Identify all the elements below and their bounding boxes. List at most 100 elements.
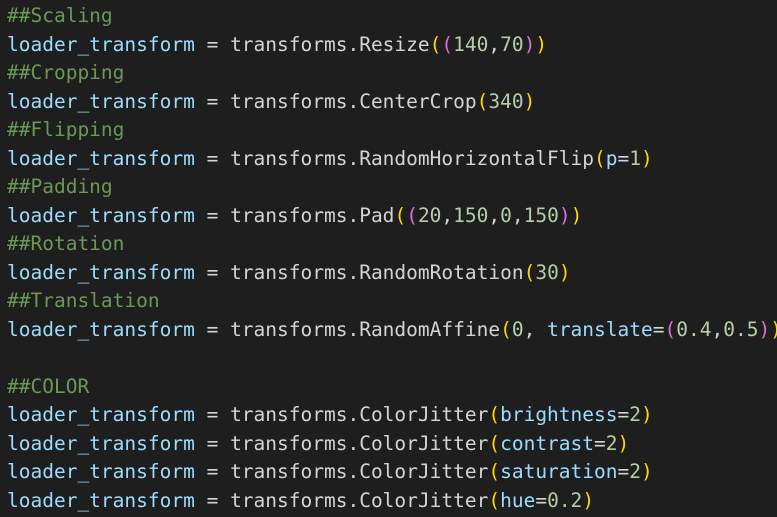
number-token: 0 — [500, 203, 512, 227]
bracket-token: ) — [570, 203, 583, 227]
number-token: 140 — [453, 32, 489, 56]
variable-token: loader_transform — [7, 431, 195, 455]
variable-token: loader_transform — [7, 460, 195, 483]
parameter-token: contrast — [500, 431, 595, 455]
number-token: 20 — [417, 203, 442, 227]
code-token: , — [441, 203, 454, 227]
code-editor[interactable]: ##Scaling loader_transform = transforms.R… — [0, 0, 777, 517]
code-token: , — [488, 32, 501, 56]
code-line[interactable]: loader_transform = transforms.CenterCrop… — [7, 88, 777, 117]
code-token: , — [523, 317, 548, 341]
parameter-token: hue — [500, 488, 536, 512]
comment-token: ##COLOR — [7, 374, 90, 398]
bracket-token: ) — [758, 317, 771, 341]
code-token: , — [511, 203, 524, 227]
code-line[interactable]: loader_transform = transforms.Resize((14… — [7, 31, 777, 60]
code-token: = — [617, 146, 630, 170]
code-line[interactable]: loader_transform = transforms.RandomRota… — [7, 259, 777, 288]
code-line[interactable]: ##Cropping — [7, 59, 777, 88]
code-line[interactable]: loader_transform = transforms.ColorJitte… — [7, 458, 777, 487]
code-token: = transforms.ColorJitter — [194, 431, 489, 455]
code-token: , — [488, 203, 501, 227]
code-line[interactable]: ##Padding — [7, 173, 777, 202]
code-token: , — [711, 317, 724, 341]
number-token: 0.4 — [676, 317, 712, 341]
code-token: = transforms.CenterCrop — [194, 89, 477, 113]
comment-token: ##Scaling — [7, 4, 113, 27]
bracket-token: ( — [488, 431, 501, 455]
number-token: 30 — [535, 260, 559, 284]
number-token: 0.2 — [547, 488, 583, 512]
bracket-token: ) — [641, 403, 653, 426]
bracket-token: ( — [476, 89, 489, 113]
code-line[interactable] — [7, 344, 777, 373]
code-line[interactable]: ##Rotation — [7, 230, 777, 259]
code-token: = transforms.ColorJitter — [194, 403, 489, 426]
number-token: 2 — [629, 403, 641, 426]
variable-token: loader_transform — [7, 146, 195, 170]
comment-token: ##Flipping — [7, 118, 125, 141]
code-token: = transforms.ColorJitter — [194, 488, 489, 512]
code-line[interactable]: ##Translation — [7, 287, 777, 316]
code-line[interactable]: loader_transform = transforms.RandomHori… — [7, 145, 777, 174]
variable-token: loader_transform — [7, 403, 195, 426]
code-line[interactable]: loader_transform = transforms.ColorJitte… — [7, 401, 777, 430]
number-token: 150 — [453, 203, 489, 227]
bracket-token: ) — [641, 146, 653, 170]
bracket-token: ( — [523, 260, 536, 284]
code-token: = transforms.ColorJitter — [194, 460, 489, 483]
code-token: = — [617, 403, 630, 426]
bracket-token: ) — [770, 318, 777, 341]
number-token: 340 — [488, 89, 524, 113]
number-token: 1 — [629, 146, 642, 170]
bracket-token: ) — [558, 260, 571, 284]
bracket-token: ( — [441, 32, 454, 56]
parameter-token: saturation — [500, 460, 618, 483]
bracket-token: ) — [641, 460, 653, 483]
code-token: = — [594, 431, 606, 455]
code-line[interactable]: loader_transform = transforms.ColorJitte… — [7, 430, 777, 459]
comment-token: ##Translation — [7, 289, 160, 312]
bracket-token: ( — [594, 146, 606, 170]
code-line[interactable]: ##COLOR — [7, 373, 777, 402]
variable-token: loader_transform — [7, 488, 195, 512]
bracket-token: ) — [523, 32, 536, 56]
code-line[interactable]: loader_transform = transforms.ColorJitte… — [7, 487, 777, 516]
number-token: 2 — [629, 460, 641, 483]
bracket-token: ( — [664, 317, 677, 341]
bracket-token: ( — [488, 460, 501, 483]
bracket-token: ( — [394, 203, 407, 227]
bracket-token: ) — [523, 89, 536, 113]
variable-token: loader_transform — [7, 32, 195, 56]
code-token: = transforms.Pad — [194, 203, 395, 227]
code-token: = transforms.RandomAffine — [194, 317, 501, 341]
code-line[interactable]: loader_transform = transforms.Pad((20,15… — [7, 202, 777, 231]
code-line[interactable]: ##Flipping — [7, 116, 777, 145]
code-token: = transforms.RandomHorizontalFlip — [194, 146, 595, 170]
code-line[interactable]: ##Scaling — [7, 2, 777, 31]
number-token: 70 — [500, 32, 524, 56]
parameter-token: p — [605, 146, 618, 170]
code-token: = transforms.RandomRotation — [194, 260, 524, 284]
bracket-token: ( — [488, 488, 501, 512]
variable-token: loader_transform — [7, 317, 195, 341]
bracket-token: ) — [617, 431, 630, 455]
comment-token: ##Padding — [7, 175, 113, 198]
comment-token: ##Cropping — [7, 61, 125, 84]
number-token: 150 — [523, 203, 559, 227]
variable-token: loader_transform — [7, 203, 195, 227]
number-token: 0 — [511, 317, 524, 341]
parameter-token: brightness — [500, 403, 618, 426]
code-line[interactable]: loader_transform = transforms.RandomAffi… — [7, 316, 777, 345]
bracket-token: ) — [535, 32, 548, 56]
comment-token: ##Rotation — [7, 232, 125, 255]
code-token: = — [617, 460, 630, 483]
variable-token: loader_transform — [7, 89, 195, 113]
bracket-token: ) — [582, 488, 595, 512]
code-token: = transforms.Resize — [194, 32, 430, 56]
number-token: 0.5 — [723, 317, 759, 341]
bracket-token: ( — [488, 403, 501, 426]
parameter-token: translate — [547, 317, 653, 341]
bracket-token: ( — [406, 203, 418, 227]
bracket-token: ( — [429, 32, 442, 56]
